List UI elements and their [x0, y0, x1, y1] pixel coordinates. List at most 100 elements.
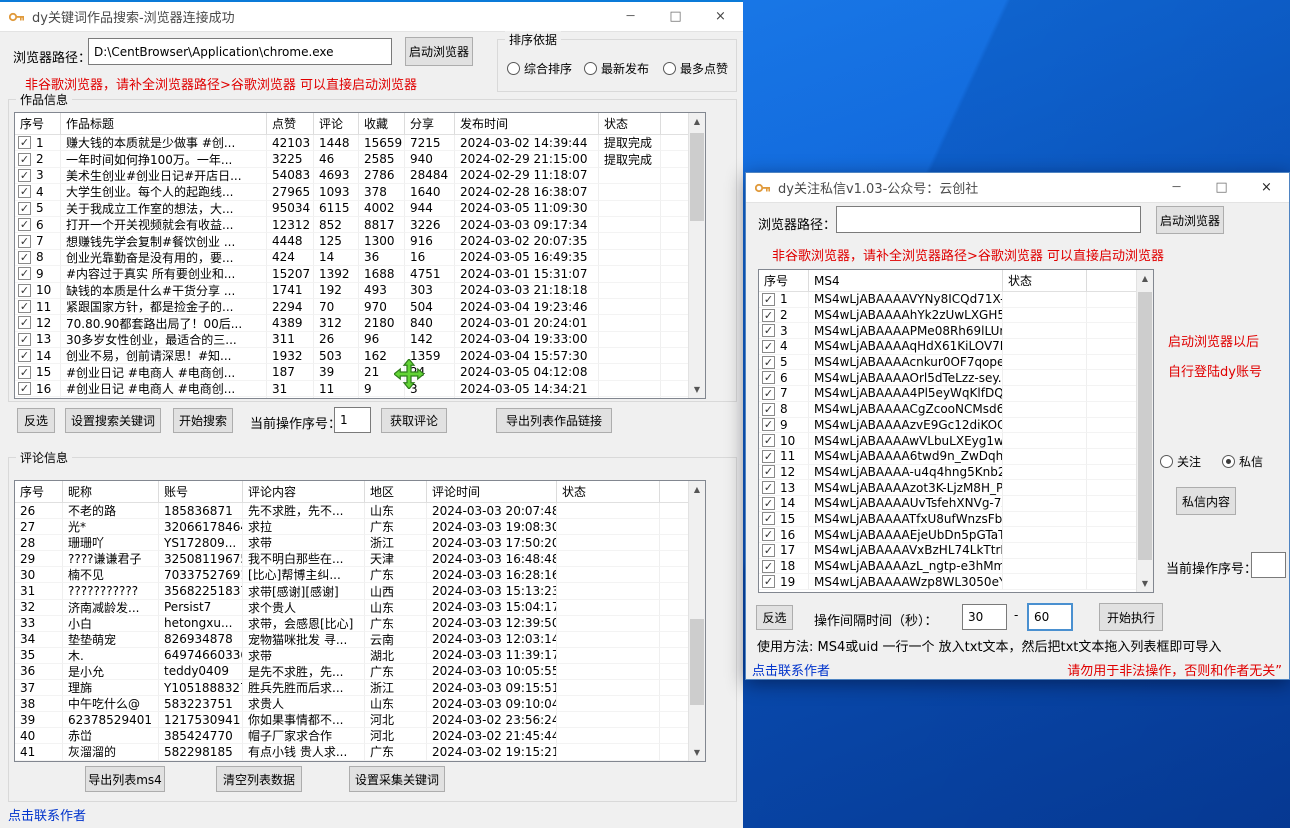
row-checkbox[interactable]: ✓: [762, 544, 775, 557]
table-row[interactable]: 36是小允teddy0409是先不求胜，先...广东2024-03-03 10:…: [15, 664, 705, 680]
table-row[interactable]: ✓15#创业日记 #电商人 #电商创...1873921242024-03-05…: [15, 364, 705, 380]
maximize-button[interactable]: □: [653, 2, 698, 32]
column-header[interactable]: 分享: [405, 113, 455, 135]
row-checkbox[interactable]: ✓: [762, 528, 775, 541]
table-row[interactable]: ✓1270.80.90都套路出局了！00后...4389312218084020…: [15, 315, 705, 331]
column-header[interactable]: 评论时间: [427, 481, 557, 503]
dm-content-button[interactable]: 私信内容: [1176, 487, 1236, 515]
browser-path-input[interactable]: [836, 206, 1141, 233]
row-checkbox[interactable]: ✓: [762, 512, 775, 525]
start-execute-button[interactable]: 开始执行: [1099, 603, 1163, 631]
row-checkbox[interactable]: ✓: [762, 575, 775, 588]
scrollbar-thumb[interactable]: [1138, 292, 1152, 560]
column-header[interactable]: 状态: [599, 113, 661, 135]
works-table[interactable]: 序号作品标题点赞评论收藏分享发布时间状态✓1赚大钱的本质就是少做事 #创...4…: [14, 112, 706, 399]
close-button[interactable]: ×: [698, 2, 743, 32]
current-index-input[interactable]: [334, 407, 371, 433]
table-row[interactable]: ✓9MS4wLjABAAAAzvE9Gc12diKOOx...: [759, 418, 1153, 434]
table-row[interactable]: 30楠不见70337527691[比心]帮博主纠...广东2024-03-03 …: [15, 567, 705, 583]
row-checkbox[interactable]: ✓: [762, 497, 775, 510]
row-checkbox[interactable]: ✓: [762, 387, 775, 400]
row-checkbox[interactable]: ✓: [762, 560, 775, 573]
column-header[interactable]: 评论内容: [243, 481, 365, 503]
column-header[interactable]: 评论: [314, 113, 359, 135]
table-row[interactable]: ✓9#内容过于真实 所有要创业和...152071392168847512024…: [15, 266, 705, 282]
table-row[interactable]: 26不老的路185836871先不求胜，先不...山东2024-03-03 20…: [15, 503, 705, 519]
table-row[interactable]: ✓2一年时间如何挣100万。一年...32254625859402024-02-…: [15, 151, 705, 167]
table-row[interactable]: 28珊珊吖YS172809...求带浙江2024-03-03 17:50:20: [15, 535, 705, 551]
start-search-button[interactable]: 开始搜索: [173, 408, 233, 433]
table-row[interactable]: 27光*32066178464求拉广东2024-03-03 19:08:30: [15, 519, 705, 535]
table-row[interactable]: 31???????????35682251837求带[感谢][感谢]山西2024…: [15, 583, 705, 599]
column-header[interactable]: 点赞: [267, 113, 314, 135]
sort-radio-newest[interactable]: [584, 62, 597, 75]
table-row[interactable]: ✓8创业光靠勤奋是没有用的，要...4241436162024-03-05 16…: [15, 250, 705, 266]
table-row[interactable]: ✓14创业不易，创前请深思！#知...193250316213592024-03…: [15, 348, 705, 364]
comments-table[interactable]: 序号昵称账号评论内容地区评论时间状态26不老的路185836871先不求胜，先不…: [14, 480, 706, 762]
table-row[interactable]: ✓1赚大钱的本质就是少做事 #创...421031448156597215202…: [15, 135, 705, 151]
invert-selection-button[interactable]: 反选: [17, 408, 55, 433]
table-row[interactable]: 35木.64974660336求带湖北2024-03-03 11:39:17: [15, 648, 705, 664]
scrollbar-thumb[interactable]: [690, 619, 704, 705]
maximize-button[interactable]: □: [1199, 173, 1244, 203]
table-row[interactable]: ✓7MS4wLjABAAAA4Pl5eyWqKlfDQM...: [759, 386, 1153, 402]
table-row[interactable]: ✓5关于我成立工作室的想法，大...95034611540029442024-0…: [15, 201, 705, 217]
row-checkbox[interactable]: ✓: [762, 309, 775, 322]
row-checkbox[interactable]: ✓: [18, 202, 31, 215]
column-header[interactable]: 发布时间: [455, 113, 599, 135]
row-checkbox[interactable]: ✓: [18, 284, 31, 297]
table-row[interactable]: ✓10缺钱的本质是什么#干货分享 ...17411924933032024-03…: [15, 283, 705, 299]
left-titlebar[interactable]: dy关键词作品搜索-浏览器连接成功 ─ □ ×: [0, 2, 743, 32]
row-checkbox[interactable]: ✓: [18, 316, 31, 329]
table-row[interactable]: ✓14MS4wLjABAAAAUvTsfehXNVg-7Z...: [759, 496, 1153, 512]
close-button[interactable]: ×: [1244, 173, 1289, 203]
row-checkbox[interactable]: ✓: [18, 267, 31, 280]
table-row[interactable]: ✓16#创业日记 #电商人 #电商创...3111932024-03-05 14…: [15, 381, 705, 397]
table-row[interactable]: 37理旆Y1051888327胜兵先胜而后求...浙江2024-03-03 09…: [15, 680, 705, 696]
column-header[interactable]: [661, 113, 690, 135]
column-header[interactable]: 地区: [365, 481, 427, 503]
table-row[interactable]: 40赤峃385424770帽子厂家求合作河北2024-03-02 21:45:4…: [15, 728, 705, 744]
table-row[interactable]: ✓7想赚钱先学会复制#餐饮创业 ...444812513009162024-03…: [15, 233, 705, 249]
scroll-down-icon[interactable]: ▼: [689, 381, 705, 398]
export-work-links-button[interactable]: 导出列表作品链接: [496, 408, 612, 433]
column-header[interactable]: 昵称: [63, 481, 159, 503]
launch-browser-button[interactable]: 启动浏览器: [1156, 206, 1224, 234]
row-checkbox[interactable]: ✓: [762, 324, 775, 337]
column-header[interactable]: 状态: [557, 481, 660, 503]
table-row[interactable]: 33小白hetongxu...求带，会感恩[比心]广东2024-03-03 12…: [15, 616, 705, 632]
table-row[interactable]: ✓11紧跟国家方针，都是捡金子的...2294709705042024-03-0…: [15, 299, 705, 315]
clear-list-button[interactable]: 清空列表数据: [216, 766, 302, 792]
row-checkbox[interactable]: ✓: [762, 340, 775, 353]
invert-selection-button[interactable]: 反选: [756, 605, 793, 630]
table-row[interactable]: ✓6打开一个开关视频就会有收益...12312852881732262024-0…: [15, 217, 705, 233]
scrollbar-thumb[interactable]: [690, 133, 704, 221]
interval-from-input[interactable]: [962, 604, 1007, 630]
dm-radio[interactable]: [1222, 455, 1235, 468]
column-header[interactable]: [660, 481, 690, 503]
table-row[interactable]: ✓3美术生创业#创业日记#开店日...540834693278628484202…: [15, 168, 705, 184]
row-checkbox[interactable]: ✓: [18, 235, 31, 248]
vertical-scrollbar[interactable]: ▲▼: [688, 481, 705, 761]
table-row[interactable]: 41灰溜溜的582298185有点小钱 贵人求...广东2024-03-02 1…: [15, 744, 705, 760]
follow-radio[interactable]: [1160, 455, 1173, 468]
launch-browser-button[interactable]: 启动浏览器: [405, 37, 473, 66]
row-checkbox[interactable]: ✓: [18, 333, 31, 346]
export-ms4-button[interactable]: 导出列表ms4: [85, 766, 165, 792]
table-row[interactable]: ✓3MS4wLjABAAAAPMe08Rh69lLUnd...: [759, 323, 1153, 339]
column-header[interactable]: MS4: [809, 270, 1003, 292]
row-checkbox[interactable]: ✓: [18, 169, 31, 182]
table-row[interactable]: ✓18MS4wLjABAAAAzL_ngtp-e3hMm4...: [759, 559, 1153, 575]
scroll-down-icon[interactable]: ▼: [1137, 575, 1153, 592]
table-row[interactable]: ✓4大学生创业。每个人的起跑线...27965109337816402024-0…: [15, 184, 705, 200]
scroll-down-icon[interactable]: ▼: [689, 744, 705, 761]
table-row[interactable]: 32济南减龄发...Persist7求个贵人山东2024-03-03 15:04…: [15, 600, 705, 616]
scroll-up-icon[interactable]: ▲: [689, 481, 705, 498]
table-row[interactable]: 39623785294011217530941你如果事情都不...河北2024-…: [15, 712, 705, 728]
table-row[interactable]: ✓12MS4wLjABAAAA-u4q4hng5Knb2h...: [759, 465, 1153, 481]
row-checkbox[interactable]: ✓: [18, 300, 31, 313]
table-row[interactable]: ✓10MS4wLjABAAAAwVLbuLXEyg1w-x...: [759, 433, 1153, 449]
sort-radio-comprehensive[interactable]: [507, 62, 520, 75]
vertical-scrollbar[interactable]: ▲▼: [1136, 270, 1153, 592]
row-checkbox[interactable]: ✓: [18, 136, 31, 149]
